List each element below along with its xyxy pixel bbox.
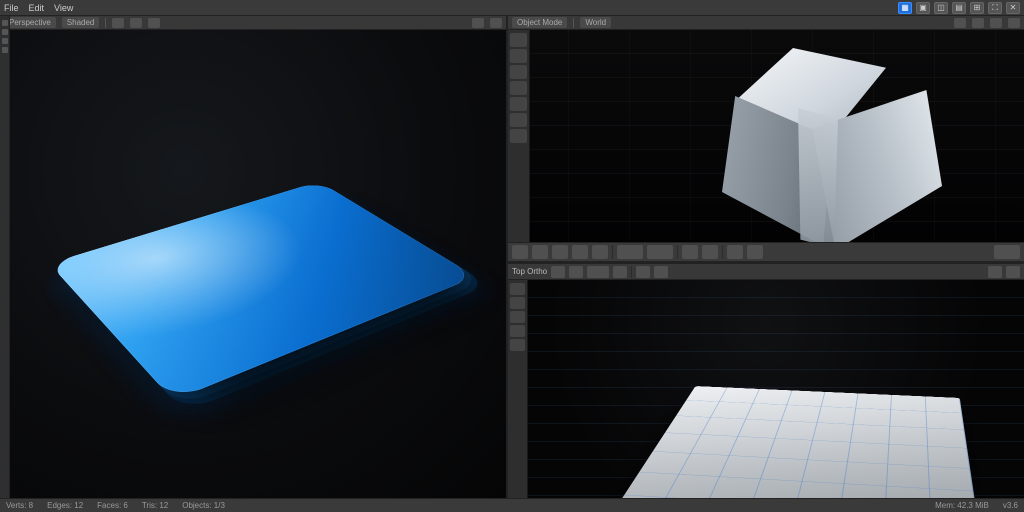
left-hdr-icon-3[interactable] [148,18,160,28]
main-area: Perspective Shaded Object Mod [0,16,1024,498]
rb-select-icon[interactable] [551,266,565,278]
sep [105,18,106,28]
mt-snap-icon[interactable] [617,245,643,259]
status-version: v3.6 [1003,501,1018,510]
rt-hdr-icon-4[interactable] [1008,18,1020,28]
rb-tool-select[interactable] [510,283,525,295]
rb-scale-icon[interactable] [613,266,627,278]
silver-cube-object[interactable] [708,48,948,242]
left-panel: Perspective Shaded [0,16,508,498]
mt-render-icon[interactable] [994,245,1020,259]
rt-hdr-icon-3[interactable] [990,18,1002,28]
status-mem: Mem: 42.3 MiB [935,501,989,510]
menu-edit[interactable]: Edit [29,3,45,13]
mt-sep [722,245,723,259]
blue-slab-mesh [49,181,476,400]
mt-scale-icon[interactable] [592,245,608,259]
right-panel: Object Mode World [508,16,1024,498]
rb-view-label: Top Ortho [512,267,547,276]
layout-c-icon[interactable]: ◫ [934,2,948,14]
mt-cursor-icon[interactable] [512,245,528,259]
status-faces: Faces: 6 [97,501,128,510]
right-bottom-panel: Top Ortho [508,264,1024,498]
rt-hdr-icon-1[interactable] [954,18,966,28]
left-tool-strip [0,16,10,498]
status-bar: Verts: 8 Edges: 12 Faces: 6 Tris: 12 Obj… [0,498,1024,512]
left-shade-mode[interactable]: Shaded [62,17,100,28]
rb-wire-icon[interactable] [988,266,1002,278]
strip-tool-4[interactable] [2,47,8,53]
mt-view-a-icon[interactable] [727,245,743,259]
rb-sidebar [508,280,528,498]
mt-sep [612,245,613,259]
rb-tool-scale[interactable] [510,325,525,337]
left-viewport-header: Perspective Shaded [0,16,506,30]
left-hdr-icon-r1[interactable] [472,18,484,28]
mt-pivot-icon[interactable] [647,245,673,259]
rb-tool-move[interactable] [510,297,525,309]
status-edges: Edges: 12 [47,501,83,510]
right-top-viewport[interactable] [508,30,1024,242]
rb-header: Top Ortho [508,264,1024,280]
rb-sep [631,266,632,278]
close-icon[interactable]: ✕ [1006,2,1020,14]
mt-move-icon[interactable] [552,245,568,259]
mt-select-icon[interactable] [532,245,548,259]
rb-solid-icon[interactable] [1006,266,1020,278]
sep [573,18,574,28]
mt-rotate-icon[interactable] [572,245,588,259]
rb-snap-icon[interactable] [654,266,668,278]
rb-rotate-icon[interactable] [587,266,609,278]
status-verts: Verts: 8 [6,501,33,510]
grid-icon[interactable]: ⊞ [970,2,984,14]
menu-bar: File Edit View ▦ ▣ ◫ ▤ ⊞ ⛶ ✕ [0,0,1024,16]
rt-tool-annotate[interactable] [510,113,527,127]
rt-tool-rotate[interactable] [510,65,527,79]
rt-tool-move[interactable] [510,49,527,63]
rt-tool-select[interactable] [510,33,527,47]
mt-view-b-icon[interactable] [747,245,763,259]
rb-tool-measure[interactable] [510,339,525,351]
rb-grid-icon[interactable] [636,266,650,278]
status-objects: Objects: 1/3 [182,501,225,510]
right-bottom-viewport[interactable] [508,280,1024,498]
mt-shade-flat-icon[interactable] [682,245,698,259]
rt-layout[interactable]: World [580,17,611,28]
rt-sidebar [508,30,530,242]
mt-sep [677,245,678,259]
cube-face-edge [798,108,838,242]
rt-tool-transform[interactable] [510,97,527,111]
status-tris: Tris: 12 [142,501,168,510]
rb-tool-rotate[interactable] [510,311,525,323]
mt-shade-smooth-icon[interactable] [702,245,718,259]
grey-plane-mesh [588,386,986,498]
rt-tool-measure[interactable] [510,129,527,143]
rt-tool-scale[interactable] [510,81,527,95]
rb-move-icon[interactable] [569,266,583,278]
strip-tool-3[interactable] [2,38,8,44]
menu-file[interactable]: File [4,3,19,13]
layout-b-icon[interactable]: ▣ [916,2,930,14]
menu-view[interactable]: View [54,3,73,13]
strip-tool-1[interactable] [2,20,8,26]
grey-plane-object[interactable] [648,300,1008,498]
left-hdr-icon-r2[interactable] [490,18,502,28]
left-viewport[interactable] [10,30,506,498]
strip-tool-2[interactable] [2,29,8,35]
blue-slab-object[interactable] [90,140,450,420]
layout-a-icon[interactable]: ▦ [898,2,912,14]
mid-toolbar [508,242,1024,262]
right-top-header: Object Mode World [508,16,1024,30]
left-hdr-icon-2[interactable] [130,18,142,28]
right-top-panel: Object Mode World [508,16,1024,264]
rt-hdr-icon-2[interactable] [972,18,984,28]
header-right-icons: ▦ ▣ ◫ ▤ ⊞ ⛶ ✕ [898,2,1020,14]
maximize-icon[interactable]: ⛶ [988,2,1002,14]
left-view-mode[interactable]: Perspective [4,17,56,28]
app-root: File Edit View ▦ ▣ ◫ ▤ ⊞ ⛶ ✕ Perspective… [0,0,1024,512]
layout-d-icon[interactable]: ▤ [952,2,966,14]
rt-mode[interactable]: Object Mode [512,17,567,28]
left-hdr-icon-1[interactable] [112,18,124,28]
